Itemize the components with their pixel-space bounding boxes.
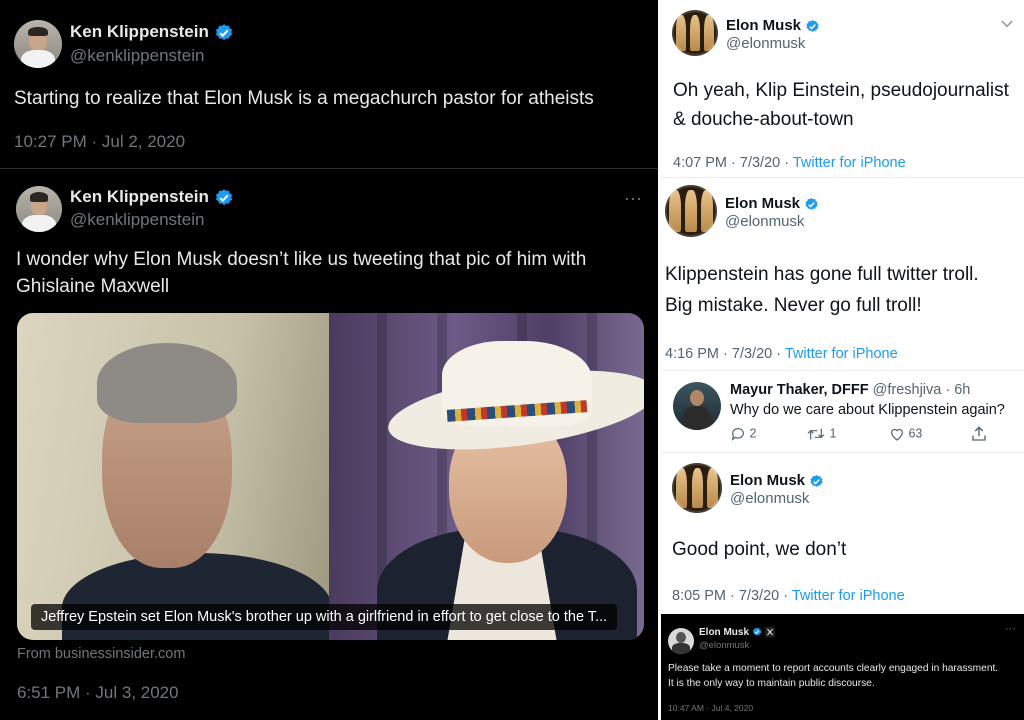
reply1-author-handle[interactable]: @elonmusk	[726, 35, 805, 52]
client-link[interactable]: Twitter for iPhone	[792, 588, 905, 604]
mayur-handle[interactable]: @freshjiva · 6h	[873, 382, 971, 398]
left-tweet-panel: Ken Klippenstein @kenklippenstein Starti…	[0, 0, 658, 720]
ken-avatar[interactable]	[14, 20, 62, 68]
reply3-meta: 8:05 PM · 7/3/20 · Twitter for iPhone	[672, 588, 905, 604]
tweet2-author-handle[interactable]: @kenklippenstein	[70, 210, 204, 230]
verified-badge-icon	[215, 23, 232, 40]
reply3-author-name[interactable]: Elon Musk	[730, 472, 824, 489]
share-icon[interactable]	[970, 425, 988, 443]
divider	[661, 452, 1024, 453]
reply2-author-name[interactable]: Elon Musk	[725, 195, 819, 212]
reply3-author-handle[interactable]: @elonmusk	[730, 490, 809, 507]
client-link[interactable]: Twitter for iPhone	[793, 155, 906, 171]
more-icon[interactable]: ···	[1005, 623, 1016, 635]
verified-badge-icon	[752, 627, 761, 636]
verified-badge-icon	[810, 474, 823, 487]
link-card-source[interactable]: From businessinsider.com	[17, 646, 185, 662]
reply1-text-line2: & douche-about-town	[673, 109, 854, 130]
mayur-text: Why do we care about Klippenstein again?	[730, 402, 1005, 418]
link-card-image[interactable]: Jeffrey Epstein set Elon Musk's brother …	[17, 313, 644, 640]
tweet2-timestamp[interactable]: 6:51 PM · Jul 3, 2020	[17, 683, 179, 703]
like-button[interactable]: 63	[889, 426, 922, 442]
reply2-text-line1: Klippenstein has gone full twitter troll…	[665, 264, 979, 285]
bottom-text-line2: It is the only way to maintain public di…	[668, 678, 875, 689]
bottom-text-line1: Please take a moment to report accounts …	[668, 663, 999, 674]
divider	[661, 177, 1024, 178]
ken-avatar[interactable]	[16, 186, 62, 232]
tweet1-author-handle[interactable]: @kenklippenstein	[70, 46, 204, 66]
bottom-dark-tweet: Elon Musk @elonmusk ··· Please take a mo…	[661, 614, 1024, 720]
link-card-caption[interactable]: Jeffrey Epstein set Elon Musk's brother …	[31, 604, 618, 630]
chevron-down-icon[interactable]	[998, 15, 1016, 33]
elon-avatar[interactable]	[665, 185, 717, 237]
mayur-avatar[interactable]	[673, 382, 721, 430]
tweet1-author-name[interactable]: Ken Klippenstein	[70, 22, 234, 43]
reply1-author-name[interactable]: Elon Musk	[726, 17, 820, 34]
mayur-name[interactable]: Mayur Thaker, DFFF	[730, 382, 869, 398]
retweet-button[interactable]: 1	[806, 426, 836, 442]
reply2-meta: 4:16 PM · 7/3/20 · Twitter for iPhone	[665, 346, 898, 362]
panel-separator	[658, 0, 661, 720]
elon-avatar[interactable]	[672, 463, 722, 513]
elon-avatar[interactable]	[668, 628, 694, 654]
reply2-author-handle[interactable]: @elonmusk	[725, 213, 804, 230]
verified-badge-icon	[215, 188, 232, 205]
like-icon	[891, 428, 903, 441]
reply1-text-line1: Oh yeah, Klip Einstein, pseudojournalist	[673, 80, 1009, 101]
client-link[interactable]: Twitter for iPhone	[785, 346, 898, 362]
tweet1-timestamp[interactable]: 10:27 PM · Jul 2, 2020	[14, 132, 185, 152]
verified-badge-icon	[805, 197, 818, 210]
tweet2-text-line2: Ghislaine Maxwell	[16, 276, 170, 297]
x-logo-icon	[764, 627, 775, 638]
tweet2-author-name[interactable]: Ken Klippenstein	[70, 187, 234, 208]
divider	[661, 370, 1024, 371]
elon-avatar[interactable]	[672, 10, 718, 56]
reply-icon	[731, 428, 744, 441]
tweet1-text: Starting to realize that Elon Musk is a …	[14, 88, 594, 109]
bottom-author-name[interactable]: Elon Musk	[699, 627, 775, 638]
reply1-meta: 4:07 PM · 7/3/20 · Twitter for iPhone	[673, 155, 906, 171]
reply-button[interactable]: 2	[730, 426, 756, 442]
retweet-icon	[807, 428, 825, 440]
bottom-author-handle[interactable]: @elonmusk	[699, 640, 749, 651]
more-icon[interactable]: ···	[624, 188, 642, 209]
reply3-text: Good point, we don’t	[672, 539, 847, 560]
verified-badge-icon	[806, 19, 819, 32]
mayur-header: Mayur Thaker, DFFF @freshjiva · 6h	[730, 382, 970, 398]
divider	[0, 168, 658, 169]
reply2-text-line2: Big mistake. Never go full troll!	[665, 295, 922, 316]
tweet2-text-line1: I wonder why Elon Musk doesn’t like us t…	[16, 249, 587, 270]
bottom-timestamp[interactable]: 10:47 AM · Jul 4, 2020	[668, 703, 753, 713]
